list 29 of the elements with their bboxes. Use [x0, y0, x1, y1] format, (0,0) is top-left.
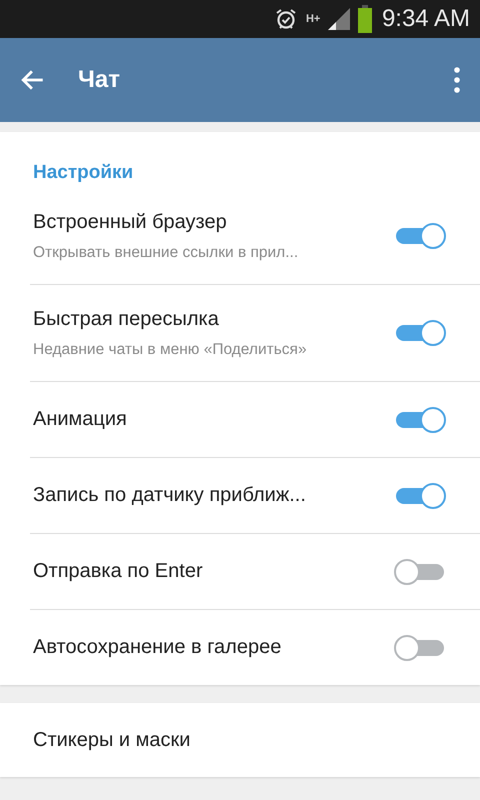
settings-row[interactable]: Встроенный браузер Открывать внешние ссылки в прил...	[30, 188, 480, 285]
settings-row[interactable]: Отправка по Enter	[30, 534, 480, 610]
section-header: Настройки	[32, 161, 134, 185]
toggle-switch[interactable]	[394, 482, 446, 510]
signal-icon	[328, 8, 350, 30]
toggle-switch[interactable]	[394, 406, 446, 434]
setting-title: Встроенный браузер	[33, 210, 228, 234]
toggle-switch[interactable]	[394, 634, 446, 662]
settings-row[interactable]: Запись по датчику приближ...	[30, 458, 480, 534]
setting-title: Запись по датчику приближ...	[33, 484, 307, 507]
setting-title: Анимация	[33, 408, 128, 431]
setting-title: Автосохранение в галерее	[33, 636, 282, 659]
toggle-switch[interactable]	[394, 558, 446, 586]
more-options-icon[interactable]	[454, 67, 460, 93]
screen-title: Чат	[78, 66, 121, 94]
setting-title: Быстрая пересылка	[33, 308, 220, 330]
setting-title: Отправка по Enter	[33, 560, 204, 583]
settings-row[interactable]: Быстрая пересылка Недавние чаты в меню «Поделиться»	[30, 285, 480, 382]
toggle-switch[interactable]	[394, 222, 446, 250]
alarm-clock-icon	[274, 7, 298, 31]
network-type-label: H+	[306, 14, 320, 24]
setting-description: Открывать внешние ссылки в прил...	[33, 244, 300, 262]
setting-description: Недавние чаты в меню «Поделиться»	[33, 340, 308, 358]
settings-row[interactable]: Автосохранение в галерее	[30, 610, 480, 685]
status-time: 9:34 AM	[382, 5, 470, 33]
settings-row[interactable]: Анимация	[30, 382, 480, 458]
settings-link-row[interactable]: Стикеры и маски	[0, 703, 480, 777]
toggle-switch[interactable]	[394, 319, 446, 347]
battery-icon	[358, 5, 372, 33]
